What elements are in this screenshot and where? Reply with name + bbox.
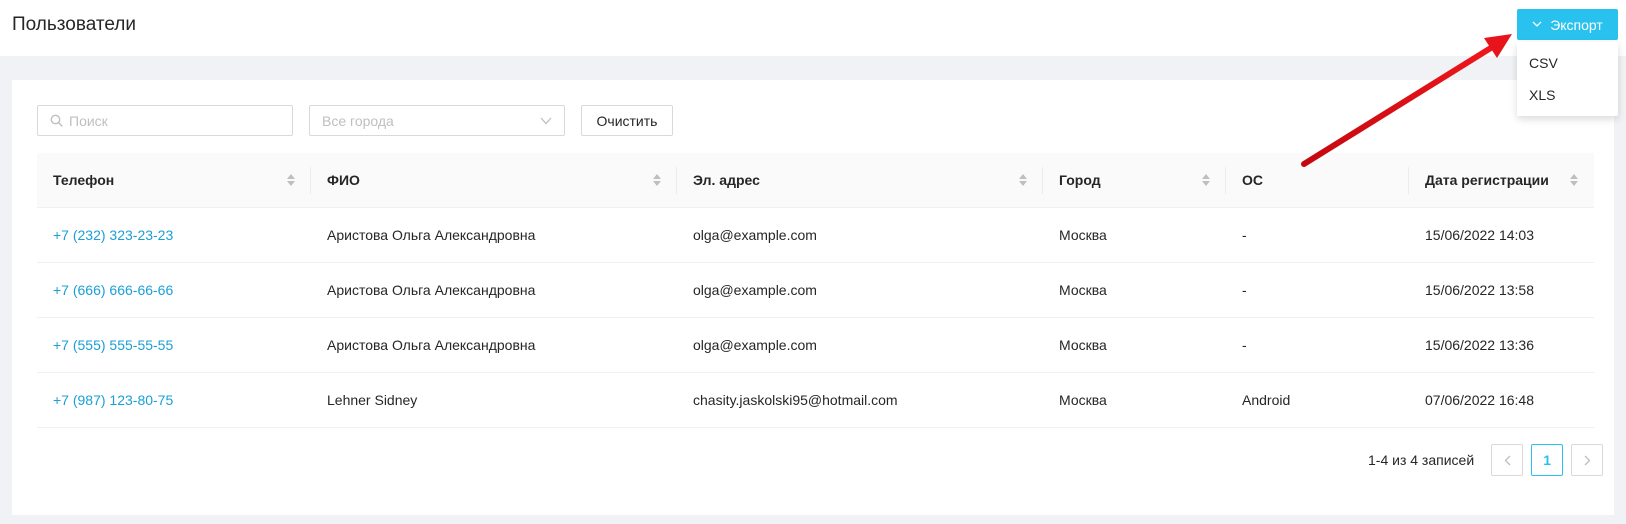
chevron-right-icon xyxy=(1584,455,1591,465)
table-row: +7 (555) 555-55-55 Аристова Ольга Алекса… xyxy=(37,318,1594,373)
export-option-xls[interactable]: XLS xyxy=(1517,79,1618,111)
search-field[interactable] xyxy=(37,105,293,136)
column-label: ОС xyxy=(1242,172,1263,188)
export-option-csv[interactable]: CSV xyxy=(1517,47,1618,79)
table-row: +7 (666) 666-66-66 Аристова Ольга Алекса… xyxy=(37,263,1594,318)
column-label: Город xyxy=(1059,172,1101,188)
column-label: ФИО xyxy=(327,172,360,188)
email-cell: olga@example.com xyxy=(693,282,817,298)
chevron-down-icon xyxy=(540,117,552,124)
column-header-city[interactable]: Город xyxy=(1043,153,1226,207)
column-header-date[interactable]: Дата регистрации xyxy=(1409,153,1594,207)
phone-link[interactable]: +7 (232) 323-23-23 xyxy=(53,227,173,243)
page-header: Пользователи xyxy=(0,0,1626,56)
next-page-button[interactable] xyxy=(1571,444,1604,476)
email-cell: olga@example.com xyxy=(693,337,817,353)
page-title: Пользователи xyxy=(12,14,137,35)
chevron-down-icon xyxy=(1532,21,1542,27)
column-label: Эл. адрес xyxy=(693,172,760,188)
sort-icon[interactable] xyxy=(1570,174,1578,186)
os-cell: Android xyxy=(1242,392,1291,408)
phone-link[interactable]: +7 (555) 555-55-55 xyxy=(53,337,173,353)
column-label: Телефон xyxy=(53,172,115,188)
column-header-os[interactable]: ОС xyxy=(1226,153,1409,207)
os-cell: - xyxy=(1242,337,1247,353)
pagination: 1-4 из 4 записей 1 xyxy=(1368,444,1604,476)
sort-icon[interactable] xyxy=(1019,174,1027,186)
date-cell: 15/06/2022 13:36 xyxy=(1425,337,1534,353)
sort-icon[interactable] xyxy=(653,174,661,186)
email-cell: chasity.jaskolski95@hotmail.com xyxy=(693,392,898,408)
table-row: +7 (987) 123-80-75 Lehner Sidney chasity… xyxy=(37,373,1594,428)
os-cell: - xyxy=(1242,227,1247,243)
city-cell: Москва xyxy=(1059,392,1107,408)
chevron-left-icon xyxy=(1504,455,1511,465)
table-row: +7 (232) 323-23-23 Аристова Ольга Алекса… xyxy=(37,208,1594,263)
search-input[interactable] xyxy=(69,112,269,129)
name-cell: Аристова Ольга Александровна xyxy=(327,227,536,243)
prev-page-button[interactable] xyxy=(1491,444,1524,476)
city-cell: Москва xyxy=(1059,282,1107,298)
column-header-name[interactable]: ФИО xyxy=(311,153,677,207)
search-icon xyxy=(50,114,63,127)
city-cell: Москва xyxy=(1059,337,1107,353)
pagination-total: 1-4 из 4 записей xyxy=(1368,452,1475,468)
date-cell: 15/06/2022 13:58 xyxy=(1425,282,1534,298)
column-header-phone[interactable]: Телефон xyxy=(37,153,311,207)
phone-link[interactable]: +7 (987) 123-80-75 xyxy=(53,392,173,408)
sort-icon[interactable] xyxy=(287,174,295,186)
users-table: Телефон ФИО Эл. адрес Город ОС Дата реги… xyxy=(37,153,1594,428)
column-label: Дата регистрации xyxy=(1425,172,1549,188)
export-button[interactable]: Экспорт xyxy=(1517,9,1618,40)
name-cell: Lehner Sidney xyxy=(327,392,418,408)
export-button-label: Экспорт xyxy=(1550,16,1603,33)
os-cell: - xyxy=(1242,282,1247,298)
name-cell: Аристова Ольга Александровна xyxy=(327,282,536,298)
date-cell: 07/06/2022 16:48 xyxy=(1425,392,1534,408)
table-header: Телефон ФИО Эл. адрес Город ОС Дата реги… xyxy=(37,153,1594,208)
sort-icon[interactable] xyxy=(1202,174,1210,186)
date-cell: 15/06/2022 14:03 xyxy=(1425,227,1534,243)
city-select-value: Все города xyxy=(322,112,394,129)
phone-link[interactable]: +7 (666) 666-66-66 xyxy=(53,282,173,298)
page-button-1[interactable]: 1 xyxy=(1531,444,1564,476)
city-select[interactable]: Все города xyxy=(309,105,565,136)
city-cell: Москва xyxy=(1059,227,1107,243)
column-header-email[interactable]: Эл. адрес xyxy=(677,153,1043,207)
clear-button[interactable]: Очистить xyxy=(581,105,673,136)
export-dropdown-menu: CSV XLS xyxy=(1517,42,1618,116)
name-cell: Аристова Ольга Александровна xyxy=(327,337,536,353)
email-cell: olga@example.com xyxy=(693,227,817,243)
